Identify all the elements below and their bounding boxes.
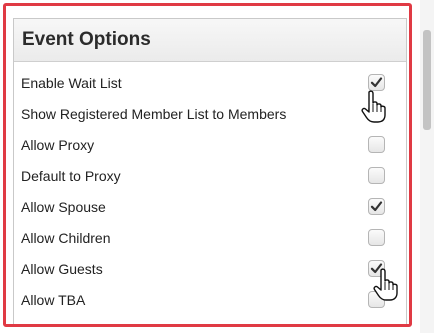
- option-show-registered-member-list: Show Registered Member List to Members: [14, 102, 406, 128]
- default-to-proxy-checkbox[interactable]: [368, 167, 385, 184]
- panel-header: Event Options: [14, 19, 406, 62]
- option-label: Allow Proxy: [21, 137, 95, 153]
- panel-title: Event Options: [22, 29, 151, 50]
- option-default-to-proxy: Default to Proxy: [14, 164, 406, 190]
- option-label: Default to Proxy: [21, 168, 121, 184]
- option-allow-children: Allow Children: [14, 226, 406, 252]
- show-registered-member-list-checkbox[interactable]: [368, 105, 385, 122]
- option-label: Allow TBA: [21, 292, 86, 308]
- vertical-scrollbar[interactable]: [420, 0, 434, 333]
- option-allow-proxy: Allow Proxy: [14, 133, 406, 159]
- option-label: Allow Spouse: [21, 199, 106, 215]
- allow-proxy-checkbox[interactable]: [368, 136, 385, 153]
- checkmark-icon: [370, 77, 383, 88]
- option-allow-spouse: Allow Spouse: [14, 195, 406, 221]
- allow-tba-checkbox[interactable]: [368, 291, 385, 308]
- option-label: Show Registered Member List to Members: [21, 106, 287, 122]
- allow-guests-checkbox[interactable]: [368, 260, 385, 277]
- scrollbar-thumb[interactable]: [423, 30, 431, 130]
- checkmark-icon: [370, 263, 383, 274]
- option-allow-tba: Allow TBA: [14, 288, 406, 314]
- option-allow-guests: Allow Guests: [14, 257, 406, 283]
- option-enable-wait-list: Enable Wait List: [14, 71, 406, 97]
- checkmark-icon: [370, 201, 383, 212]
- option-label: Allow Children: [21, 230, 111, 246]
- enable-wait-list-checkbox[interactable]: [368, 74, 385, 91]
- option-label: Enable Wait List: [21, 75, 122, 91]
- event-options-panel: Event Options Enable Wait List Show Regi…: [13, 18, 407, 324]
- highlight-frame: Event Options Enable Wait List Show Regi…: [3, 3, 412, 327]
- allow-children-checkbox[interactable]: [368, 229, 385, 246]
- allow-spouse-checkbox[interactable]: [368, 198, 385, 215]
- option-label: Allow Guests: [21, 261, 103, 277]
